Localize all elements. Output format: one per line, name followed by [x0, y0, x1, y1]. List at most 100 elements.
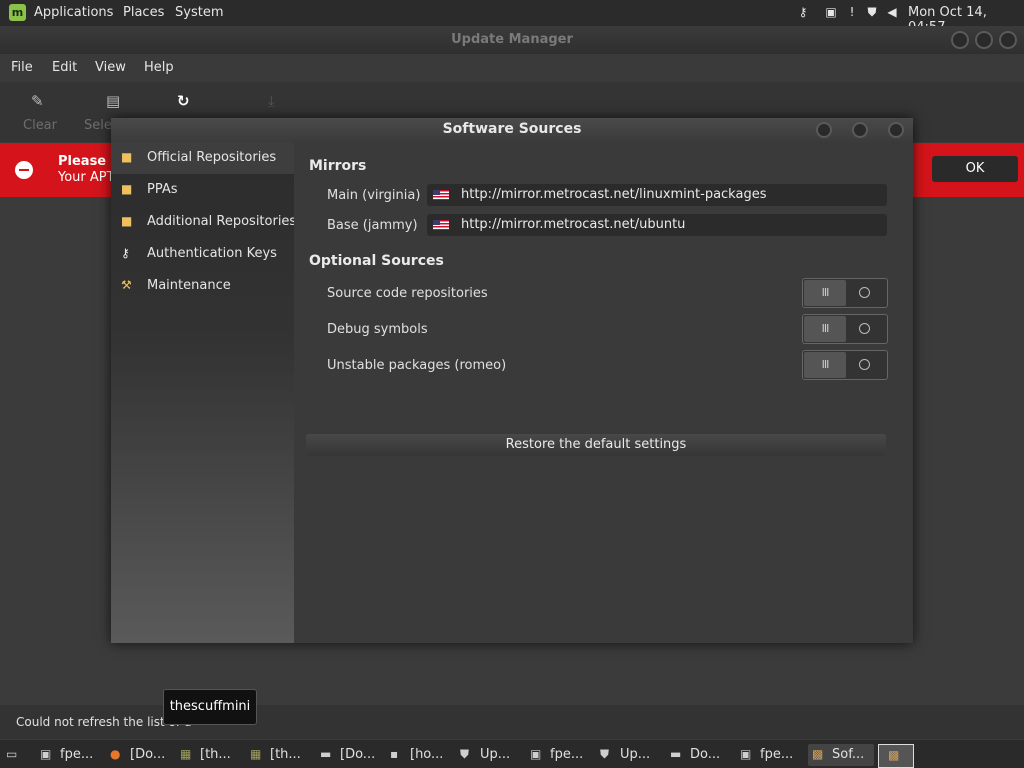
folder-icon: ■	[121, 150, 133, 164]
clear-button-label[interactable]: Clear	[23, 118, 57, 133]
sidebar-item-label: PPAs	[147, 182, 178, 197]
mirrors-heading: Mirrors	[309, 158, 367, 174]
sidebar-item-label: Authentication Keys	[147, 246, 277, 261]
minimize-button[interactable]	[816, 122, 832, 138]
sidebar-item-label: Additional Repositories	[147, 214, 297, 229]
base-mirror-label: Base (jammy)	[327, 218, 418, 233]
minimize-button[interactable]	[951, 31, 969, 49]
sidebar-item-label: Official Repositories	[147, 150, 277, 165]
applications-menu[interactable]: Applications	[34, 5, 113, 20]
taskbar-item-label: Up...	[620, 747, 651, 762]
update-manager-titlebar[interactable]: Update Manager	[0, 26, 1024, 54]
source-code-toggle[interactable]: III	[802, 278, 888, 308]
toggle-off-indicator	[859, 287, 870, 298]
system-menu[interactable]: System	[175, 5, 223, 20]
taskbar-item-active[interactable]: ▩ Sof...	[808, 744, 874, 766]
menu-view[interactable]: View	[95, 60, 126, 75]
workspace-switcher[interactable]: ▩	[878, 744, 914, 768]
taskbar-item[interactable]: ▦ [th...	[180, 744, 245, 766]
shield-icon[interactable]: ⛊	[865, 5, 879, 19]
desktop-icon: ▭	[6, 747, 18, 761]
optional-sources-heading: Optional Sources	[309, 253, 444, 269]
update-notify-icon[interactable]: !	[845, 5, 859, 19]
toggle-off-indicator	[859, 323, 870, 334]
toggle-off-indicator	[859, 359, 870, 370]
sidebar: ■ Official Repositories ■ PPAs ■ Additio…	[111, 142, 297, 643]
taskbar-item[interactable]: ⛊ Up...	[460, 744, 525, 766]
folder-icon: ▬	[670, 747, 682, 761]
select-button-label[interactable]: Sele	[84, 118, 112, 133]
debug-symbols-label: Debug symbols	[327, 322, 428, 337]
refresh-icon[interactable]: ↻	[177, 92, 190, 110]
source-code-label: Source code repositories	[327, 286, 488, 301]
taskbar-item[interactable]: ▬ Do...	[670, 744, 735, 766]
show-desktop-button[interactable]: ▭	[4, 744, 26, 766]
taskbar-item-label: [th...	[270, 747, 301, 762]
main-mirror-button[interactable]: http://mirror.metrocast.net/linuxmint-pa…	[427, 184, 887, 206]
document-icon[interactable]: ▤	[106, 92, 120, 110]
sidebar-item-maintenance[interactable]: ⚒ Maintenance	[111, 270, 294, 302]
taskbar-item[interactable]: ● [Do...	[110, 744, 175, 766]
firefox-icon: ●	[110, 747, 121, 761]
network-icon[interactable]: ▣	[824, 5, 838, 19]
volume-icon[interactable]: ◀	[885, 5, 899, 19]
taskbar-item[interactable]: ▣ fpe...	[40, 744, 105, 766]
base-mirror-button[interactable]: http://mirror.metrocast.net/ubuntu	[427, 214, 887, 236]
menu-edit[interactable]: Edit	[52, 60, 77, 75]
taskbar-item[interactable]: ⛊ Up...	[600, 744, 665, 766]
taskbar-item[interactable]: ▬ [Do...	[320, 744, 385, 766]
status-bar: Could not refresh the list of u	[0, 705, 1024, 739]
sidebar-item-ppas[interactable]: ■ PPAs	[111, 174, 294, 206]
sidebar-item-additional-repositories[interactable]: ■ Additional Repositories	[111, 206, 297, 238]
sidebar-item-authentication-keys[interactable]: ⚷ Authentication Keys	[111, 238, 294, 270]
broom-icon[interactable]: ✎	[31, 92, 44, 110]
restore-defaults-button[interactable]: Restore the default settings	[306, 434, 886, 456]
taskbar-item[interactable]: ▪ [ho...	[390, 744, 455, 766]
us-flag-icon	[433, 220, 449, 230]
taskbar-item-label: [ho...	[410, 747, 444, 762]
package-icon: ▩	[888, 748, 900, 762]
taskbar-item[interactable]: ▦ [th...	[250, 744, 315, 766]
ok-button[interactable]: OK	[932, 156, 1018, 182]
close-button[interactable]	[888, 122, 904, 138]
places-menu[interactable]: Places	[123, 5, 164, 20]
debug-symbols-toggle[interactable]: III	[802, 314, 888, 344]
terminal-icon: ▣	[740, 747, 752, 761]
mint-logo-icon[interactable]: m	[9, 4, 26, 21]
folder-icon: ■	[121, 214, 133, 228]
main-mirror-label: Main (virginia)	[327, 188, 421, 203]
terminal-icon: ▣	[530, 747, 542, 761]
sidebar-item-official-repositories[interactable]: ■ Official Repositories	[111, 142, 294, 174]
unstable-packages-toggle[interactable]: III	[802, 350, 888, 380]
error-title: Please s	[58, 154, 119, 169]
tooltip: thescuffmini	[163, 689, 257, 725]
tools-icon: ⚒	[121, 278, 132, 292]
key-icon[interactable]: ⚷	[796, 5, 810, 19]
software-sources-window: Software Sources ■ Official Repositories…	[111, 118, 913, 643]
menu-file[interactable]: File	[11, 60, 33, 75]
software-sources-titlebar[interactable]: Software Sources	[111, 118, 913, 142]
taskbar-item-label: Sof...	[832, 747, 865, 762]
menu-help[interactable]: Help	[144, 60, 174, 75]
error-subtitle: Your APT	[58, 170, 115, 185]
toggle-on-indicator: III	[804, 352, 846, 378]
taskbar-item-label: [Do...	[130, 747, 166, 762]
toggle-on-indicator: III	[804, 316, 846, 342]
maximize-button[interactable]	[852, 122, 868, 138]
archive-icon: ▦	[250, 747, 262, 761]
maximize-button[interactable]	[975, 31, 993, 49]
official-repositories-panel: Mirrors Main (virginia) http://mirror.me…	[294, 142, 913, 643]
taskbar-item[interactable]: ▣ fpe...	[740, 744, 805, 766]
taskbar-item[interactable]: ▣ fpe...	[530, 744, 595, 766]
shield-icon: ⛊	[460, 747, 470, 761]
menubar: File Edit View Help	[0, 54, 1024, 82]
dialog-title: Software Sources	[442, 121, 582, 137]
taskbar-item-label: fpe...	[760, 747, 794, 762]
main-mirror-url: http://mirror.metrocast.net/linuxmint-pa…	[461, 187, 767, 202]
window-title: Update Manager	[451, 32, 573, 47]
taskbar-item-label: fpe...	[60, 747, 94, 762]
folder-icon: ■	[121, 182, 133, 196]
unstable-packages-label: Unstable packages (romeo)	[327, 358, 507, 373]
close-button[interactable]	[999, 31, 1017, 49]
taskbar-item-label: [th...	[200, 747, 231, 762]
